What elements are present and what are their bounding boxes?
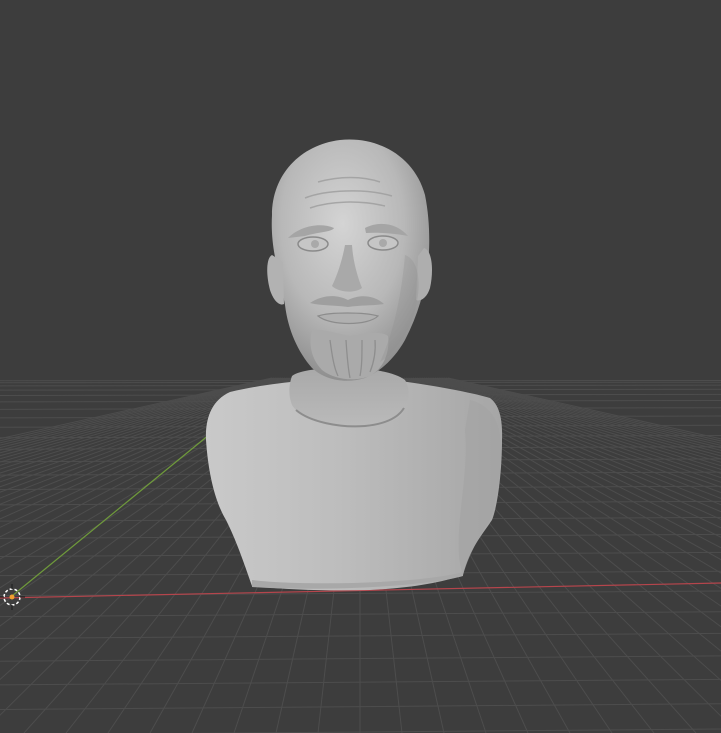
3d-viewport[interactable] (0, 0, 721, 733)
bust-ear-right (416, 248, 432, 301)
viewport-canvas[interactable] (0, 0, 721, 733)
y-axis-line (11, 429, 216, 597)
bust-model[interactable] (205, 139, 503, 591)
bust-ear-left (267, 255, 284, 305)
